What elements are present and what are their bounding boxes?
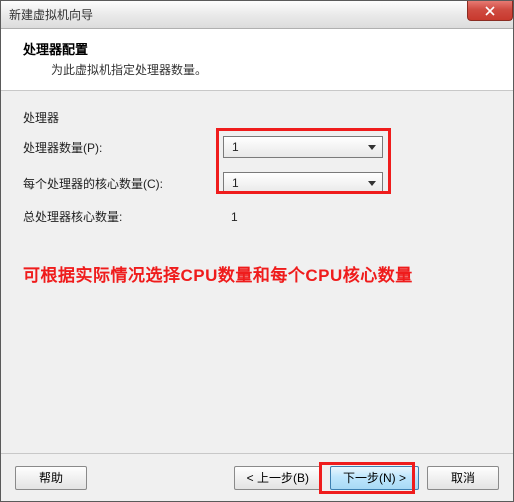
cores-label: 每个处理器的核心数量(C): <box>23 175 223 192</box>
header-panel: 处理器配置 为此虚拟机指定处理器数量。 <box>1 29 513 91</box>
help-button[interactable]: 帮助 <box>15 466 87 490</box>
close-button[interactable] <box>467 1 513 21</box>
cores-value: 1 <box>232 176 239 190</box>
processors-combo[interactable]: 1 <box>223 136 383 158</box>
total-value: 1 <box>223 210 383 224</box>
footer: 帮助 < 上一步(B) 下一步(N) > 取消 <box>1 453 513 501</box>
wizard-window: 新建虚拟机向导 处理器配置 为此虚拟机指定处理器数量。 处理器 处理器数量(P)… <box>0 0 514 502</box>
window-title: 新建虚拟机向导 <box>9 6 93 23</box>
annotation-text: 可根据实际情况选择CPU数量和每个CPU核心数量 <box>23 261 491 286</box>
next-label: 下一步(N) > <box>343 469 406 486</box>
chevron-down-icon <box>368 145 376 150</box>
header-title: 处理器配置 <box>23 39 499 58</box>
processors-label: 处理器数量(P): <box>23 139 223 156</box>
chevron-down-icon <box>368 181 376 186</box>
form-grid: 处理器数量(P): 1 每个处理器的核心数量(C): 1 总处理器核心数量: 1 <box>23 136 491 225</box>
content-area: 处理器 处理器数量(P): 1 每个处理器的核心数量(C): 1 总处理器核心数… <box>1 91 513 453</box>
cancel-label: 取消 <box>451 469 475 486</box>
help-label: 帮助 <box>39 469 63 486</box>
close-icon <box>485 6 495 16</box>
next-button[interactable]: 下一步(N) > <box>330 466 419 490</box>
total-label: 总处理器核心数量: <box>23 208 223 225</box>
back-label: < 上一步(B) <box>247 469 309 486</box>
processors-value: 1 <box>232 140 239 154</box>
titlebar: 新建虚拟机向导 <box>1 1 513 29</box>
section-label: 处理器 <box>23 109 491 126</box>
cores-combo[interactable]: 1 <box>223 172 383 194</box>
back-button[interactable]: < 上一步(B) <box>234 466 322 490</box>
cancel-button[interactable]: 取消 <box>427 466 499 490</box>
header-subtitle: 为此虚拟机指定处理器数量。 <box>23 61 499 78</box>
